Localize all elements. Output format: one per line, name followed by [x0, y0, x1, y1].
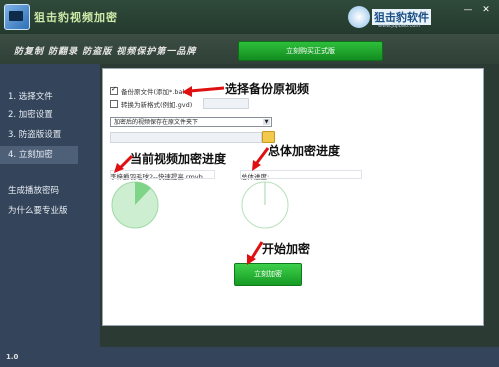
close-button[interactable]: ✕ — [479, 4, 493, 16]
arrow-to-current-icon — [114, 154, 134, 173]
save-location-select[interactable]: 加密后的视频保存在原文件夹下 ▼ — [110, 117, 272, 127]
app-logo-icon — [4, 4, 30, 30]
buy-full-version-button[interactable]: 立刻购买正式版 — [238, 41, 383, 61]
arrow-to-backup-icon — [182, 86, 225, 97]
convert-checkbox[interactable] — [110, 100, 118, 108]
save-location-value: 加密后的视频保存在原文件夹下 — [114, 119, 199, 126]
current-progress-pie — [111, 181, 159, 229]
minimize-button[interactable]: — — [461, 4, 475, 16]
chevron-down-icon[interactable]: ▼ — [263, 119, 270, 125]
total-progress-pie — [241, 181, 289, 229]
sidebar-item-why-pro[interactable]: 为什么要专业版 — [0, 202, 78, 220]
backup-checkbox-row[interactable]: 备份原文件(添加*.bak) — [110, 85, 189, 96]
title-bar: 狙击豹视频加密 狙击豹软件 www.jujibao.com — ✕ — [0, 0, 499, 34]
brand-mark-icon — [348, 6, 370, 28]
brand-logo: 狙击豹软件 www.jujibao.com — [348, 6, 438, 30]
start-encrypt-button[interactable]: 立刻加密 — [234, 263, 302, 286]
version-label: 1.0 — [6, 353, 19, 361]
format-field[interactable] — [203, 98, 249, 109]
annotation-current-progress: 当前视频加密进度 — [130, 152, 227, 166]
convert-checkbox-label: 转换为新格式(例如.gvd) — [121, 101, 193, 109]
arrow-to-total-icon — [252, 147, 270, 171]
annotation-start: 开始加密 — [262, 242, 311, 256]
arrow-to-start-icon — [247, 241, 264, 265]
slogan-text: 防复制 防翻录 防盗版 视频保护第一品牌 — [14, 47, 197, 57]
annotation-total-progress: 总体加密进度 — [268, 144, 341, 158]
annotation-select-backup: 选择备份原视频 — [225, 82, 310, 96]
sidebar-item-encrypt-settings[interactable]: 2. 加密设置 — [0, 106, 78, 124]
sidebar-divider — [78, 64, 100, 347]
backup-checkbox[interactable] — [110, 85, 118, 95]
backup-checkbox-label: 备份原文件(添加*.bak) — [121, 88, 189, 96]
convert-checkbox-row[interactable]: 转换为新格式(例如.gvd) — [110, 99, 192, 109]
sidebar-item-generate-password[interactable]: 生成播放密码 — [0, 182, 78, 200]
sidebar-item-select-file[interactable]: 1. 选择文件 — [0, 88, 78, 106]
sidebar-item-encrypt-now[interactable]: 4. 立刻加密 — [0, 146, 78, 164]
sidebar: 1. 选择文件 2. 加密设置 3. 防盗版设置 4. 立刻加密 生成播放密码 … — [0, 64, 78, 347]
sidebar-item-anti-piracy[interactable]: 3. 防盗版设置 — [0, 126, 78, 144]
output-path-field[interactable] — [110, 132, 262, 143]
app-title: 狙击豹视频加密 — [34, 11, 118, 24]
brand-url: www.jujibao.com — [378, 23, 421, 29]
status-bar — [0, 347, 499, 367]
